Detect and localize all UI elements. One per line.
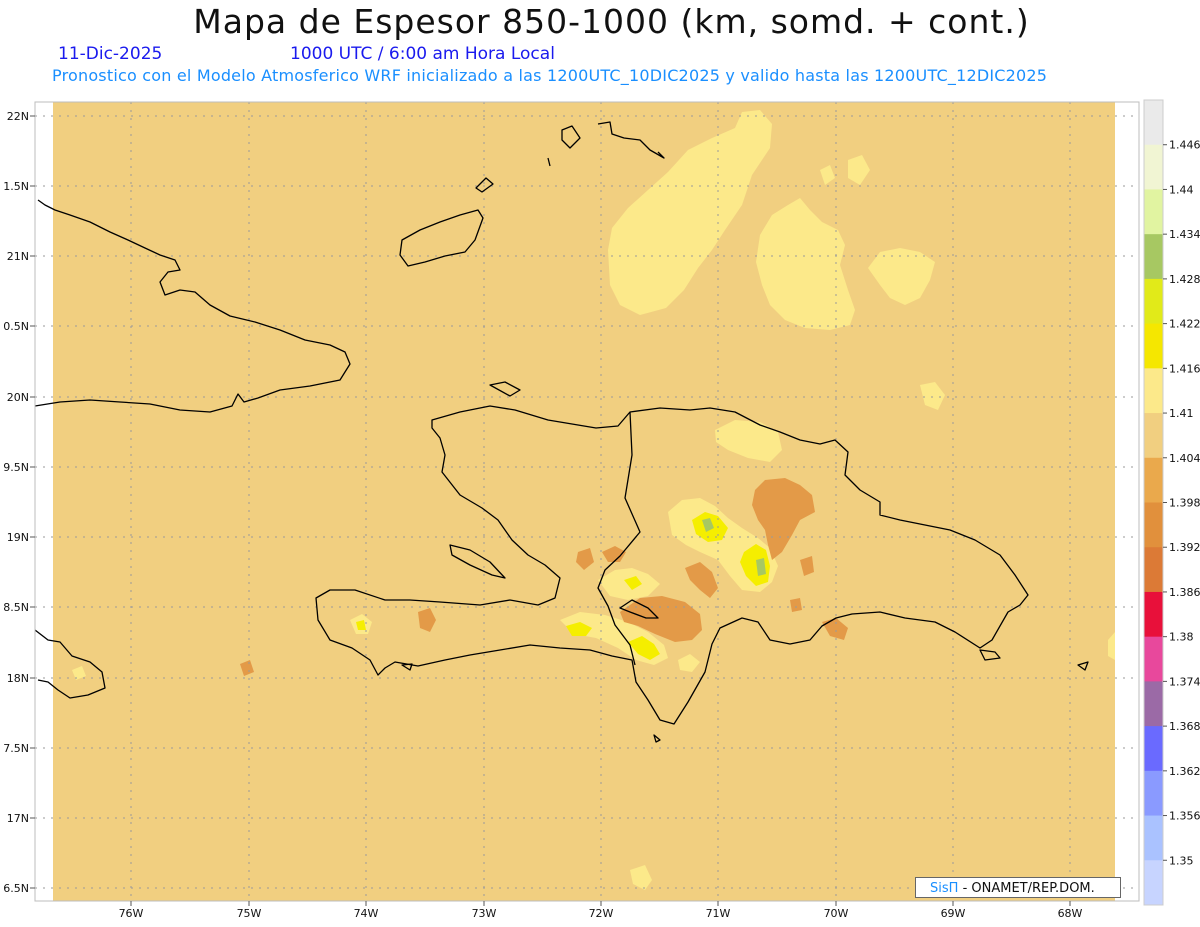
colorbar-swatch (1144, 591, 1163, 638)
lat-label: 6.5N (3, 882, 29, 895)
colorbar-label: 1.446 (1169, 139, 1200, 152)
colorbar-label: 1.374 (1169, 675, 1200, 688)
colorbar-swatch (1144, 368, 1163, 414)
colorbar-swatch (1144, 278, 1163, 325)
colorbar-swatch (1144, 770, 1163, 817)
colorbar-label: 1.428 (1169, 273, 1200, 286)
lat-label: 21N (7, 250, 29, 263)
colorbar-label: 1.422 (1169, 318, 1200, 331)
lon-label: 69W (941, 907, 966, 920)
credit-box: SisΠ - ONAMET/REP.DOM. (915, 877, 1121, 898)
colorbar-swatch (1144, 413, 1163, 459)
longitude-axis: 76W 75W 74W 73W 72W 71W 70W 69W 68W (119, 901, 1083, 920)
colorbar-label: 1.416 (1169, 362, 1200, 375)
colorbar-label: 1.41 (1169, 407, 1194, 420)
colorbar-swatch (1144, 457, 1163, 503)
colorbar-swatch (1144, 636, 1163, 682)
colorbar-label: 1.35 (1169, 854, 1194, 867)
colorbar-label: 1.356 (1169, 810, 1200, 823)
lat-label: 22N (7, 110, 29, 123)
lat-label: 9.5N (3, 461, 29, 474)
lon-label: 68W (1058, 907, 1083, 920)
latitude-axis: 22N 1.5N 21N 0.5N 20N 9.5N 19N 8.5N 18N 7.5N 17N 6.… (3, 110, 35, 895)
colorbar-label: 1.398 (1169, 497, 1200, 510)
colorbar-swatch (1144, 681, 1163, 727)
sisp-logo: SisΠ (930, 881, 959, 896)
lat-label: 8.5N (3, 601, 29, 614)
colorbar-swatch (1144, 547, 1163, 593)
colorbar-swatch (1144, 189, 1163, 235)
lat-label: 1.5N (3, 180, 29, 193)
colorbar-label: 1.392 (1169, 541, 1200, 554)
colorbar-swatch (1144, 502, 1163, 548)
lat-label: 17N (7, 812, 29, 825)
thickness-map: 22N 1.5N 21N 0.5N 20N 9.5N 19N 8.5N 18N 7.5N 17N 6.… (3, 99, 1200, 920)
colorbar-label: 1.362 (1169, 765, 1200, 778)
colorbar-label: 1.434 (1169, 228, 1200, 241)
lat-label: 19N (7, 531, 29, 544)
credit-text: - ONAMET/REP.DOM. (962, 881, 1095, 896)
colorbar-swatch (1144, 726, 1163, 772)
lon-label: 74W (354, 907, 379, 920)
lon-label: 75W (237, 907, 262, 920)
map-plot-area (53, 102, 1115, 901)
lat-label: 20N (7, 391, 29, 404)
colorbar-label: 1.44 (1169, 183, 1194, 196)
lon-label: 72W (589, 907, 614, 920)
colorbar-label: 1.38 (1169, 631, 1194, 644)
colorbar-label: 1.404 (1169, 452, 1200, 465)
lat-label: 7.5N (3, 742, 29, 755)
lon-label: 73W (472, 907, 497, 920)
lat-label: 0.5N (3, 320, 29, 333)
lat-label: 18N (7, 672, 29, 685)
colorbar-label: 1.386 (1169, 586, 1200, 599)
colorbar-swatch (1144, 144, 1163, 190)
lon-label: 71W (706, 907, 731, 920)
lon-label: 70W (824, 907, 849, 920)
colorbar-legend: 1.446 1.44 1.434 1.428 1.422 1.416 1.41 1.404 1.… (1143, 99, 1200, 906)
colorbar-swatch (1144, 100, 1163, 146)
colorbar-label: 1.368 (1169, 720, 1200, 733)
lon-label: 76W (119, 907, 144, 920)
colorbar-swatch (1144, 323, 1163, 369)
colorbar-swatch (1144, 860, 1163, 906)
colorbar-swatch (1144, 234, 1163, 280)
colorbar-swatch (1144, 815, 1163, 861)
